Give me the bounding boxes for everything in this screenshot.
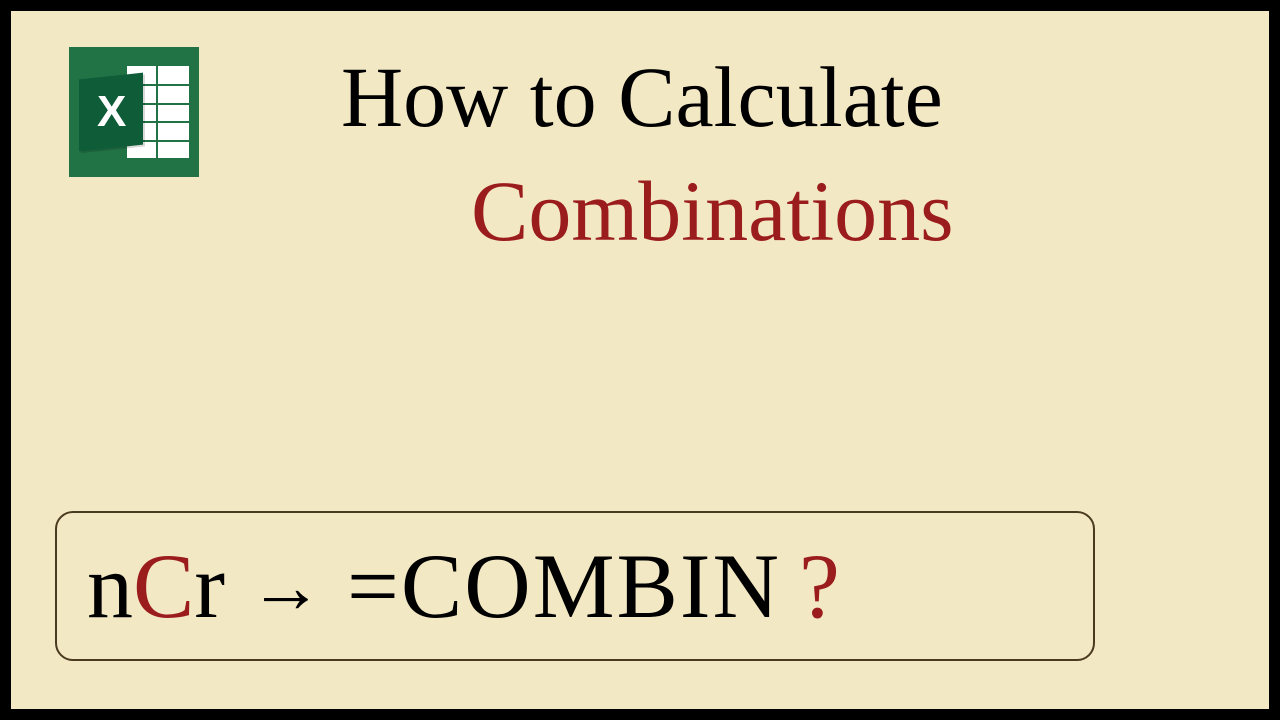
formula-expression: =COMBIN [347, 533, 781, 639]
title-line-1: How to Calculate [341, 47, 943, 147]
formula-n: n [87, 533, 133, 639]
slide-canvas: X How to Calculate Combinations n C r → … [8, 8, 1272, 712]
formula-c: C [133, 533, 194, 639]
excel-icon: X [69, 47, 199, 177]
formula-r: r [194, 533, 225, 639]
arrow-icon: → [249, 544, 323, 629]
excel-icon-book: X [79, 73, 143, 152]
formula-question-mark: ? [799, 533, 840, 639]
title-line-2: Combinations [471, 161, 954, 261]
formula-box: n C r → =COMBIN ? [55, 511, 1095, 661]
excel-icon-letter: X [97, 87, 124, 137]
